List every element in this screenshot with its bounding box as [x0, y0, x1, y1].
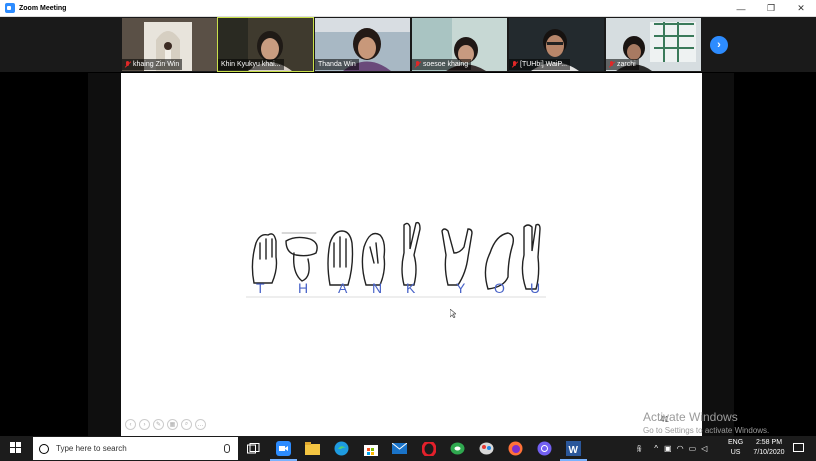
clock-date: 7/10/2020	[753, 449, 785, 456]
paint-app-icon[interactable]	[478, 440, 495, 457]
input-language[interactable]: ENG US	[728, 438, 743, 458]
participant-name: khaing Zin Win	[133, 61, 180, 68]
mic-muted-icon	[512, 60, 518, 69]
maximize-button[interactable]: ❐	[756, 0, 786, 17]
participant-tile[interactable]: [TUHbi] WaiP...	[509, 18, 604, 71]
task-view-icon[interactable]	[245, 440, 262, 457]
edge-browser-icon[interactable]	[333, 440, 350, 457]
mouse-pointer-icon	[450, 309, 456, 318]
language-code: ENG	[728, 439, 744, 446]
microsoft-store-icon[interactable]	[362, 440, 379, 457]
shared-slide: T H A N K Y O U ‹ › ✎ ▦ ⌕ … 41	[121, 73, 702, 436]
battery-icon[interactable]: ▭	[689, 444, 697, 453]
share-frame-right	[702, 73, 734, 436]
activate-windows-watermark: Activate Windows Go to Settings to activ…	[643, 410, 769, 435]
participant-label: zarchi	[606, 59, 639, 70]
gallery-next-button[interactable]: ›	[710, 36, 728, 54]
opera-icon[interactable]	[420, 440, 437, 457]
mic-muted-icon	[125, 60, 131, 69]
participant-tile[interactable]: soesoe khaing	[412, 18, 507, 71]
tray-app-icon[interactable]: ▣	[664, 444, 672, 453]
more-options-icon[interactable]: …	[195, 419, 206, 430]
viber-icon[interactable]	[536, 440, 553, 457]
title-bar: Zoom Meeting — ❐ ✕	[0, 0, 816, 17]
participant-tile[interactable]: Thanda Win	[315, 18, 410, 71]
minimize-button[interactable]: —	[726, 0, 756, 17]
word-icon[interactable]: W	[560, 440, 587, 461]
slide-letter: K	[406, 280, 416, 296]
next-slide-icon[interactable]: ›	[139, 419, 150, 430]
notification-center-icon[interactable]	[793, 443, 804, 452]
participant-label: soesoe khaing	[412, 59, 472, 70]
mic-muted-icon	[609, 60, 615, 69]
taskbar-clock[interactable]: 2:58 PM 7/10/2020	[748, 438, 790, 458]
chevron-right-icon: ›	[717, 39, 721, 51]
slide-letter: H	[298, 280, 309, 296]
previous-slide-icon[interactable]: ‹	[125, 419, 136, 430]
participant-tile[interactable]: Khin Kyukyu khai...	[217, 17, 314, 72]
participant-name: soesoe khaing	[423, 61, 469, 68]
clock-time: 2:58 PM	[755, 439, 783, 446]
slide-letter: O	[494, 280, 505, 296]
cortana-icon	[39, 443, 49, 454]
participant-tile[interactable]: khaing Zin Win	[122, 18, 217, 71]
svg-text:W: W	[569, 445, 579, 456]
participant-tile[interactable]: zarchi	[606, 18, 701, 71]
participant-label: [TUHbi] WaiP...	[509, 59, 571, 70]
taskbar-search-box[interactable]: Type here to search	[33, 437, 238, 460]
show-hidden-icons-icon[interactable]: ^	[654, 444, 658, 453]
meeting-stage: khaing Zin Win Khin Kyukyu khai... Thand…	[0, 17, 816, 436]
close-button[interactable]: ✕	[786, 0, 816, 17]
mic-muted-icon	[415, 60, 421, 69]
participant-name: Thanda Win	[318, 61, 356, 68]
window-title: Zoom Meeting	[19, 4, 67, 12]
thank-you-letters: T H A N K Y O U	[246, 280, 546, 300]
participant-name: zarchi	[617, 61, 636, 68]
people-icon[interactable]: ꆜ	[636, 443, 642, 454]
participant-label: khaing Zin Win	[122, 59, 183, 70]
zoom-app-icon	[5, 3, 15, 13]
windows-start-icon[interactable]	[10, 442, 22, 454]
participant-gallery: khaing Zin Win Khin Kyukyu khai... Thand…	[0, 17, 816, 72]
pen-icon[interactable]: ✎	[153, 419, 164, 430]
slide-letter: U	[530, 280, 541, 296]
share-frame-left	[88, 73, 121, 436]
window-controls: — ❐ ✕	[726, 0, 816, 17]
slide-letter: T	[256, 280, 265, 296]
volume-icon[interactable]: ◁	[701, 444, 707, 453]
region-code: US	[730, 449, 741, 456]
watermark-subtitle: Go to Settings to activate Windows.	[643, 426, 770, 435]
windows-taskbar: Type here to search W ꆜ ^ ▣ ◠ ▭ ◁ ENG US…	[0, 436, 816, 461]
zoom-icon[interactable]: ⌕	[181, 419, 192, 430]
participant-label: Thanda Win	[315, 59, 359, 70]
slide-letter: Y	[456, 280, 466, 296]
zoom-window: Zoom Meeting — ❐ ✕ khaing Zin Win Khin K…	[0, 0, 816, 436]
participant-label: Khin Kyukyu khai...	[218, 59, 284, 70]
all-slides-icon[interactable]: ▦	[167, 419, 178, 430]
search-placeholder: Type here to search	[56, 444, 127, 453]
microphone-icon[interactable]	[224, 444, 230, 453]
slide-letter: A	[338, 280, 348, 296]
system-tray: ꆜ ^ ▣ ◠ ▭ ◁	[636, 436, 707, 461]
mail-icon[interactable]	[391, 440, 408, 457]
network-icon[interactable]: ◠	[677, 444, 684, 453]
slideshow-toolbar: ‹ › ✎ ▦ ⌕ …	[125, 419, 206, 430]
slide-letter: N	[372, 280, 383, 296]
participant-name: [TUHbi] WaiP...	[520, 61, 568, 68]
green-app-icon[interactable]	[449, 440, 466, 457]
firefox-icon[interactable]	[507, 440, 524, 457]
participant-name: Khin Kyukyu khai...	[221, 61, 281, 68]
zoom-taskbar-icon[interactable]	[270, 440, 297, 461]
file-explorer-icon[interactable]	[304, 440, 321, 457]
watermark-title: Activate Windows	[643, 410, 738, 424]
